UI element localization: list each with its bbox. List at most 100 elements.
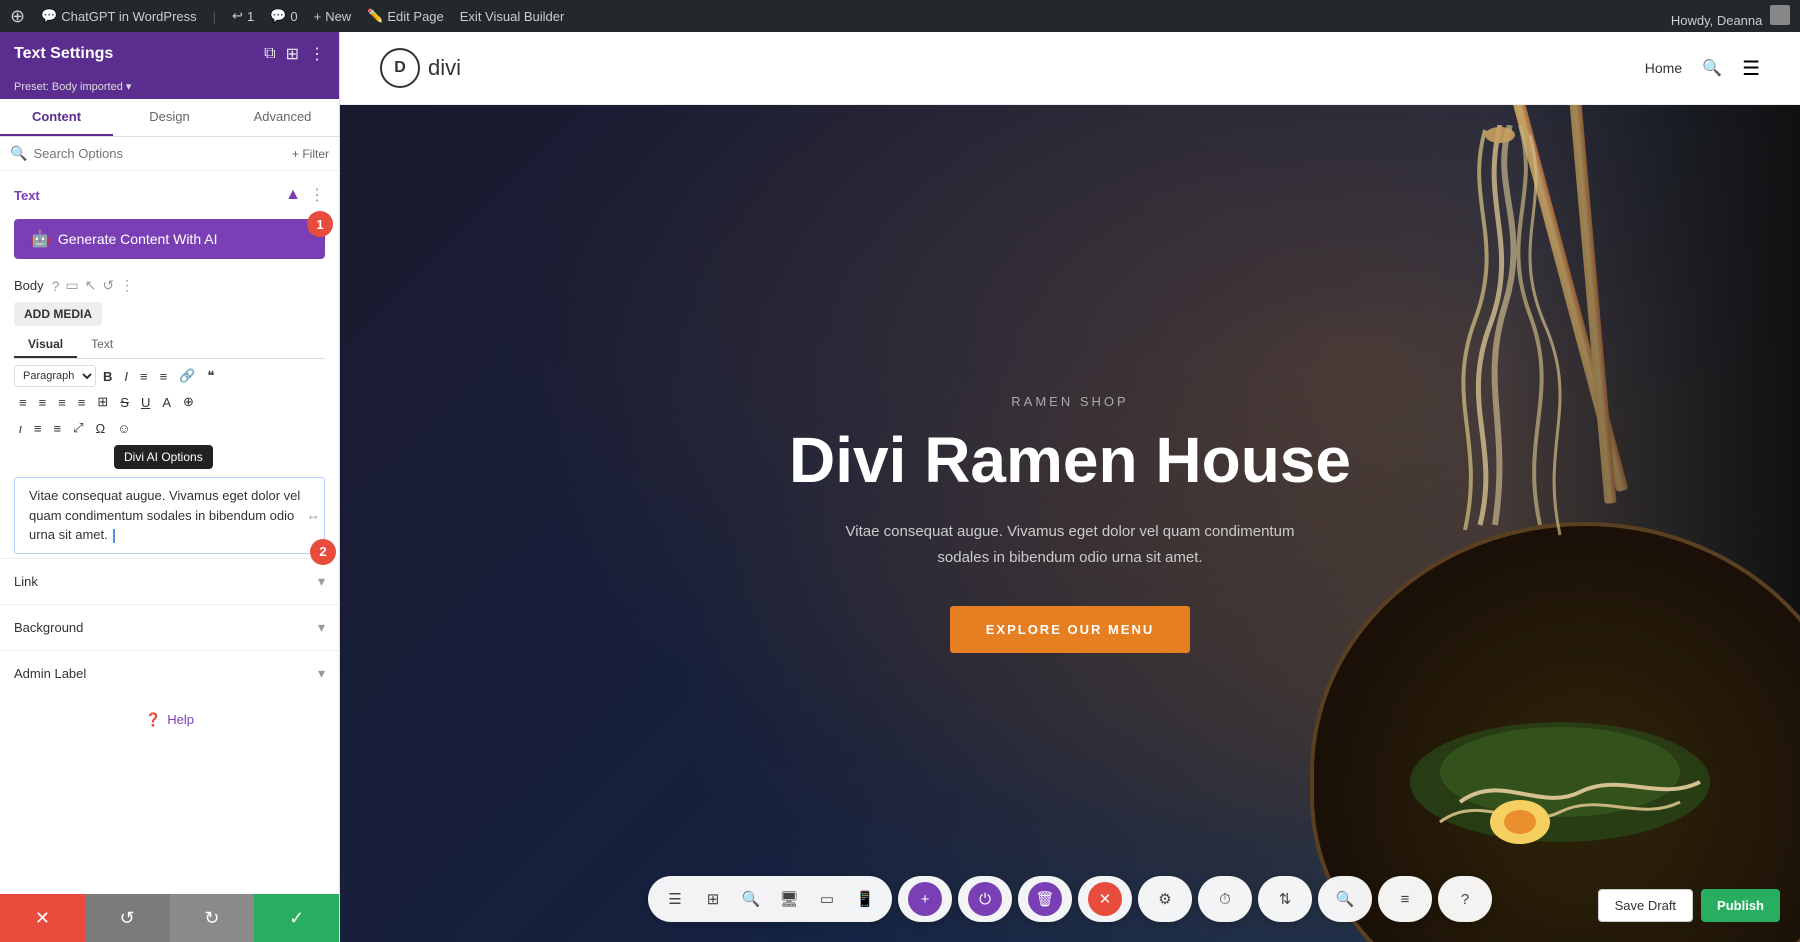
text-content-area[interactable]: Vitae consequat augue. Vivamus eget dolo… bbox=[14, 477, 325, 554]
nav-menu-icon[interactable]: ☰ bbox=[1742, 56, 1760, 81]
comment-icon: ↩ bbox=[232, 8, 243, 24]
redo-button[interactable]: ↻ bbox=[170, 894, 255, 942]
bold-button[interactable]: B bbox=[98, 366, 117, 387]
reset-button[interactable]: ↺ bbox=[85, 894, 170, 942]
italic2-button[interactable]: ι bbox=[14, 418, 27, 439]
outdent-button[interactable]: ≡ bbox=[48, 418, 66, 439]
table-button[interactable]: ⊞ bbox=[92, 391, 113, 413]
editor-view-tabs: Visual Text bbox=[14, 332, 325, 359]
logo-text: divi bbox=[428, 55, 461, 81]
help-row[interactable]: ❓ Help bbox=[0, 696, 339, 744]
grid-icon[interactable]: ⊞ bbox=[286, 44, 299, 64]
rows-icon-button[interactable]: ☰ bbox=[658, 882, 692, 916]
cancel-button[interactable]: ✕ bbox=[0, 894, 85, 942]
close-group: ✕ bbox=[1078, 876, 1132, 922]
avatar bbox=[1770, 5, 1790, 25]
bottom-toolbar: ☰ ⊞ 🔍 🖥 ▭ 📱 + ⏻ 🗑 ✕ ⚙ ⏱ bbox=[648, 876, 1492, 922]
field-more-icon[interactable]: ⋮ bbox=[120, 277, 134, 294]
editor-tab-text[interactable]: Text bbox=[77, 332, 127, 358]
hero-title: Divi Ramen House bbox=[789, 425, 1351, 495]
section-collapse-icon[interactable]: ▲ bbox=[285, 186, 301, 204]
filter-button[interactable]: + Filter bbox=[292, 147, 329, 161]
menu-button[interactable]: ≡ bbox=[1388, 882, 1422, 916]
fullscreen-button[interactable]: ⤢ bbox=[68, 417, 88, 439]
admin-bar-comments[interactable]: ↩ 1 bbox=[232, 8, 254, 24]
sort-button[interactable]: ⇅ bbox=[1268, 882, 1302, 916]
tablet-view-button[interactable]: ▭ bbox=[810, 882, 844, 916]
hero-cta-button[interactable]: EXPLORE OUR MENU bbox=[950, 606, 1191, 653]
special-char-button[interactable]: Ω bbox=[90, 418, 110, 439]
admin-bar-msgs[interactable]: 💬 0 bbox=[270, 8, 297, 24]
body-row: Body ? ▭ ↖ ↺ ⋮ bbox=[0, 273, 339, 302]
background-label: Background bbox=[14, 620, 83, 635]
link-button[interactable]: 🔗 bbox=[174, 365, 200, 387]
publish-button[interactable]: Publish bbox=[1701, 889, 1780, 922]
power-button[interactable]: ⏻ bbox=[968, 882, 1002, 916]
copy-field-icon[interactable]: ▭ bbox=[65, 277, 78, 294]
emoji-button[interactable]: ☺ bbox=[112, 418, 135, 439]
save-draft-button[interactable]: Save Draft bbox=[1598, 889, 1693, 922]
wp-logo-icon[interactable]: ⊕ bbox=[10, 6, 25, 27]
section-more-icon[interactable]: ⋮ bbox=[309, 185, 325, 205]
nav-search-icon[interactable]: 🔍 bbox=[1702, 58, 1722, 78]
align-left-button[interactable]: ≡ bbox=[14, 392, 32, 413]
paragraph-select[interactable]: Paragraph bbox=[14, 365, 96, 387]
add-element-button[interactable]: + bbox=[908, 882, 942, 916]
panel-header-icons: ⧉ ⊞ ⋮ bbox=[264, 44, 325, 64]
admin-bar-chatgpt[interactable]: 💬 ChatGPT in WordPress bbox=[41, 8, 197, 24]
zoom-button[interactable]: 🔍 bbox=[734, 882, 768, 916]
tab-design[interactable]: Design bbox=[113, 99, 226, 136]
link-section[interactable]: Link ▾ bbox=[0, 558, 339, 604]
help-icon[interactable]: ? bbox=[52, 278, 60, 294]
add-media-button[interactable]: ADD MEDIA bbox=[14, 302, 102, 326]
nav-home[interactable]: Home bbox=[1645, 60, 1682, 76]
align-center-button[interactable]: ≡ bbox=[34, 392, 52, 413]
align-right-button[interactable]: ≡ bbox=[53, 392, 71, 413]
resize-handle-icon[interactable]: ↔ bbox=[306, 505, 320, 526]
blockquote-button[interactable]: ❝ bbox=[202, 365, 219, 387]
background-section[interactable]: Background ▾ bbox=[0, 604, 339, 650]
tab-advanced[interactable]: Advanced bbox=[226, 99, 339, 136]
editor-toolbar-row1: Paragraph B I ≡ ≡ 🔗 ❝ bbox=[14, 365, 325, 387]
strikethrough-button[interactable]: S bbox=[115, 392, 134, 413]
admin-label-section[interactable]: Admin Label ▾ bbox=[0, 650, 339, 696]
more-options-icon[interactable]: ⋮ bbox=[309, 44, 325, 64]
unordered-list-button[interactable]: ≡ bbox=[135, 366, 153, 387]
text-color-button[interactable]: A bbox=[157, 392, 176, 413]
help-question-icon: ❓ bbox=[145, 712, 161, 728]
admin-bar-exit-builder[interactable]: Exit Visual Builder bbox=[460, 9, 565, 24]
delete-button[interactable]: 🗑 bbox=[1028, 882, 1062, 916]
panel-header: Text Settings ⧉ ⊞ ⋮ bbox=[0, 32, 339, 76]
close-button[interactable]: ✕ bbox=[1088, 882, 1122, 916]
search-icon: 🔍 bbox=[10, 145, 27, 162]
admin-bar-new[interactable]: + New bbox=[314, 9, 352, 24]
tab-content[interactable]: Content bbox=[0, 99, 113, 136]
mobile-view-button[interactable]: 📱 bbox=[848, 882, 882, 916]
editor-tab-visual[interactable]: Visual bbox=[14, 332, 77, 358]
indent-button[interactable]: ≡ bbox=[29, 418, 47, 439]
search-input[interactable] bbox=[33, 146, 286, 161]
settings-group: ⚙ bbox=[1138, 876, 1192, 922]
align-justify-button[interactable]: ≡ bbox=[73, 392, 91, 413]
paste-special-button[interactable]: ⊕ bbox=[178, 391, 199, 413]
generate-ai-button[interactable]: 🤖 Generate Content With AI 1 bbox=[14, 219, 325, 259]
desktop-view-button[interactable]: 🖥 bbox=[772, 882, 806, 916]
undo-icon[interactable]: ↺ bbox=[102, 277, 114, 294]
timer-button[interactable]: ⏱ bbox=[1208, 882, 1242, 916]
preview-area: D divi Home 🔍 ☰ bbox=[340, 32, 1800, 942]
cursor-icon[interactable]: ↖ bbox=[85, 277, 97, 294]
grid-view-button[interactable]: ⊞ bbox=[696, 882, 730, 916]
underline-button[interactable]: U bbox=[136, 392, 155, 413]
italic-button[interactable]: I bbox=[119, 366, 133, 387]
ordered-list-button[interactable]: ≡ bbox=[155, 366, 173, 387]
search-row: 🔍 + Filter bbox=[0, 137, 339, 171]
settings-button[interactable]: ⚙ bbox=[1148, 882, 1182, 916]
search-builder-button[interactable]: 🔍 bbox=[1328, 882, 1362, 916]
help-builder-button[interactable]: ? bbox=[1448, 882, 1482, 916]
chatgpt-icon: 💬 bbox=[41, 8, 57, 24]
preset-label[interactable]: Preset: Body imported ▾ bbox=[0, 76, 339, 99]
copy-icon[interactable]: ⧉ bbox=[264, 45, 275, 63]
save-button[interactable]: ✓ bbox=[254, 894, 339, 942]
message-icon: 💬 bbox=[270, 8, 286, 24]
admin-bar-edit-page[interactable]: ✏️ Edit Page bbox=[367, 8, 444, 24]
